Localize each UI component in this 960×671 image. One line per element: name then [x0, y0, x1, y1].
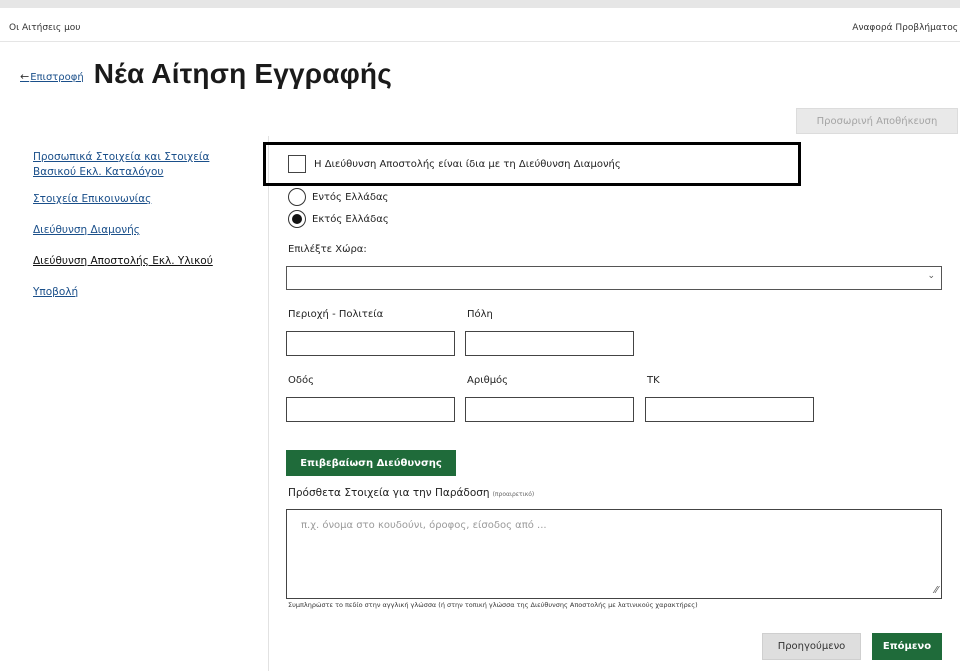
notes-label-text: Πρόσθετα Στοιχεία για την Παράδοση — [288, 487, 490, 499]
sidebar-item-residence-address[interactable]: Διεύθυνση Διαμονής — [33, 223, 243, 238]
radio-inside-greece[interactable] — [288, 188, 306, 206]
same-address-checkbox[interactable] — [288, 155, 306, 173]
notes-placeholder: π.χ. όνομα στο κουδούνι, όροφος, είσοδος… — [301, 520, 547, 531]
back-link[interactable]: ←Επιστροφή — [20, 70, 84, 83]
page-header: ←Επιστροφή Νέα Αίτηση Εγγραφής — [20, 54, 392, 94]
notes-hint: Συμπληρώστε το πεδίο στην αγγλική γλώσσα… — [288, 601, 698, 609]
same-address-label: Η Διεύθυνση Αποστολής είναι ίδια με τη Δ… — [314, 158, 621, 170]
sidebar-item-contact-info[interactable]: Στοιχεία Επικοινωνίας — [33, 192, 243, 207]
back-arrow-icon: ← — [20, 69, 30, 83]
next-button[interactable]: Επόμενο — [872, 633, 942, 660]
postal-code-input[interactable] — [645, 397, 814, 422]
sidebar-item-mailing-address[interactable]: Διεύθυνση Αποστολής Εκλ. Υλικού — [33, 254, 243, 269]
street-input[interactable] — [286, 397, 455, 422]
region-label: Περιοχή - Πολιτεία — [288, 309, 384, 320]
temporary-save-button[interactable]: Προσωρινή Αποθήκευση — [796, 108, 958, 134]
radio-outside-greece-label: Εκτός Ελλάδας — [312, 213, 389, 225]
street-label: Οδός — [288, 375, 314, 386]
sidebar-item-submission[interactable]: Υποβολή — [33, 285, 243, 300]
notes-optional-tag: (προαιρετικό) — [492, 491, 535, 498]
same-address-row: Η Διεύθυνση Αποστολής είναι ίδια με τη Δ… — [288, 155, 621, 173]
previous-button[interactable]: Προηγούμενο — [762, 633, 861, 660]
country-label: Επιλέξτε Χώρα: — [288, 244, 367, 255]
sidebar-item-personal-info[interactable]: Προσωπικά Στοιχεία και Στοιχεία Βασικού … — [33, 150, 243, 180]
chevron-down-icon: ⌄ — [927, 271, 935, 281]
sidebar-nav: Προσωπικά Στοιχεία και Στοιχεία Βασικού … — [33, 150, 243, 316]
my-applications-link[interactable]: Οι Αιτήσεις μου — [9, 23, 81, 33]
region-input[interactable] — [286, 331, 455, 356]
resize-grip-icon[interactable]: ⁄⁄ — [935, 585, 938, 596]
country-select[interactable]: ⌄ — [286, 266, 942, 290]
city-label: Πόλη — [467, 309, 493, 320]
radio-inside-greece-label: Εντός Ελλάδας — [312, 191, 389, 203]
number-input[interactable] — [465, 397, 634, 422]
back-label: Επιστροφή — [30, 71, 84, 83]
radio-outside-greece-row: Εκτός Ελλάδας — [288, 210, 389, 228]
number-label: Αριθμός — [467, 375, 509, 386]
page-title: Νέα Αίτηση Εγγραφής — [93, 58, 392, 89]
delivery-notes-textarea[interactable]: π.χ. όνομα στο κουδούνι, όροφος, είσοδος… — [286, 509, 942, 599]
notes-label: Πρόσθετα Στοιχεία για την Παράδοση (προαι… — [288, 487, 534, 499]
report-problem-link[interactable]: Αναφορά Προβλήματος — [852, 23, 958, 33]
postal-code-label: ΤΚ — [647, 375, 660, 386]
radio-outside-greece[interactable] — [288, 210, 306, 228]
top-bar: Οι Αιτήσεις μου Αναφορά Προβλήματος — [0, 0, 960, 42]
radio-inside-greece-row: Εντός Ελλάδας — [288, 188, 388, 206]
confirm-address-button[interactable]: Επιβεβαίωση Διεύθυνσης — [286, 450, 456, 476]
city-input[interactable] — [465, 331, 634, 356]
